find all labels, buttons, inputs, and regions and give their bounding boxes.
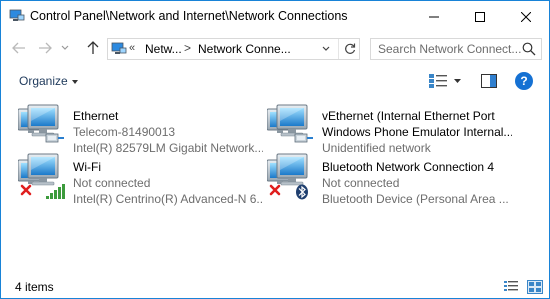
- status-bar: 4 items: [1, 276, 549, 298]
- address-overflow-chevron[interactable]: «: [129, 42, 135, 54]
- large-icons-view-button[interactable]: [527, 280, 543, 294]
- chevron-down-icon: [61, 45, 69, 50]
- back-button[interactable]: [9, 38, 29, 58]
- close-icon: [521, 11, 531, 22]
- signal-bars-icon: [46, 184, 65, 199]
- connection-name: Wi-Fi: [73, 160, 101, 174]
- recent-locations-button[interactable]: [58, 38, 72, 58]
- bluetooth-disconnected-icon: [266, 152, 313, 200]
- connection-status: Telecom-81490013: [73, 125, 176, 139]
- chevron-down-icon: [322, 46, 330, 51]
- maximize-icon: [475, 11, 485, 22]
- connection-name: Ethernet: [73, 109, 119, 123]
- refresh-icon: [344, 43, 355, 54]
- minimize-icon: [429, 16, 439, 17]
- breadcrumb-network-internet[interactable]: Netw...: [145, 42, 182, 56]
- organize-button[interactable]: Organize: [19, 74, 78, 88]
- connections-list: Ethernet Telecom-81490013 Intel(R) 82579…: [1, 98, 549, 273]
- connection-name: vEthernet (Internal Ethernet Port: [322, 109, 495, 123]
- list-item[interactable]: Wi-Fi Not connected Intel(R) Centrino(R)…: [17, 152, 263, 206]
- search-placeholder: Search Network Connect...: [378, 42, 522, 56]
- connection-status: Not connected: [322, 176, 400, 190]
- search-input[interactable]: Search Network Connect...: [370, 38, 542, 60]
- caret-down-icon: [71, 79, 78, 84]
- item-count: 4 items: [15, 280, 54, 294]
- network-connections-icon: [9, 9, 25, 23]
- up-button[interactable]: [83, 38, 103, 58]
- details-view-icon: [504, 281, 518, 291]
- list-item[interactable]: Ethernet Telecom-81490013 Intel(R) 82579…: [17, 101, 263, 155]
- caret-down-icon: [453, 79, 461, 83]
- list-item[interactable]: Bluetooth Network Connection 4 Not conne…: [266, 152, 509, 206]
- control-panel-icon: [111, 42, 127, 56]
- address-history-dropdown[interactable]: [317, 39, 335, 59]
- maximize-button[interactable]: [457, 1, 503, 32]
- more-views-dropdown[interactable]: [452, 73, 462, 89]
- address-bar[interactable]: « Netw... > Network Conne...: [107, 38, 360, 60]
- window-title: Control Panel\Network and Internet\Netwo…: [30, 9, 348, 23]
- preview-pane-icon: [481, 74, 497, 88]
- title-bar[interactable]: Control Panel\Network and Internet\Netwo…: [1, 1, 549, 32]
- connection-description: Windows Phone Emulator Internal...: [322, 125, 512, 139]
- navigation-bar: « Netw... > Network Conne... Search Netw…: [1, 32, 549, 64]
- breadcrumb-separator[interactable]: >: [184, 41, 191, 55]
- organize-label: Organize: [19, 74, 68, 88]
- arrow-left-icon: [12, 42, 25, 54]
- tiles-view-icon: [429, 74, 447, 88]
- breadcrumb-network-connections[interactable]: Network Conne...: [198, 42, 291, 56]
- wifi-disconnected-icon: [17, 152, 65, 200]
- change-view-button[interactable]: [428, 73, 448, 89]
- arrow-right-icon: [39, 42, 52, 54]
- connection-device: Bluetooth Device (Personal Area ...: [322, 192, 509, 206]
- arrow-up-icon: [87, 41, 99, 54]
- preview-pane-button[interactable]: [481, 74, 497, 88]
- large-icons-view-icon: [527, 280, 543, 294]
- details-view-button[interactable]: [503, 280, 519, 294]
- network-connections-window: Control Panel\Network and Internet\Netwo…: [0, 0, 550, 299]
- search-icon: [522, 42, 536, 56]
- help-button[interactable]: ?: [515, 72, 533, 90]
- connection-device: Intel(R) Centrino(R) Advanced-N 6...: [73, 192, 263, 206]
- connection-status: Not connected: [73, 176, 151, 190]
- connection-name: Bluetooth Network Connection 4: [322, 160, 495, 174]
- close-button[interactable]: [503, 1, 549, 32]
- command-bar: Organize ?: [1, 64, 549, 98]
- ethernet-connected-icon: [17, 101, 65, 149]
- list-item[interactable]: vEthernet (Internal Ethernet Port Window…: [266, 101, 512, 155]
- forward-button[interactable]: [35, 38, 55, 58]
- ethernet-connected-icon: [266, 101, 314, 149]
- refresh-button[interactable]: [338, 39, 360, 59]
- minimize-button[interactable]: [411, 1, 457, 32]
- bluetooth-icon: [296, 184, 308, 200]
